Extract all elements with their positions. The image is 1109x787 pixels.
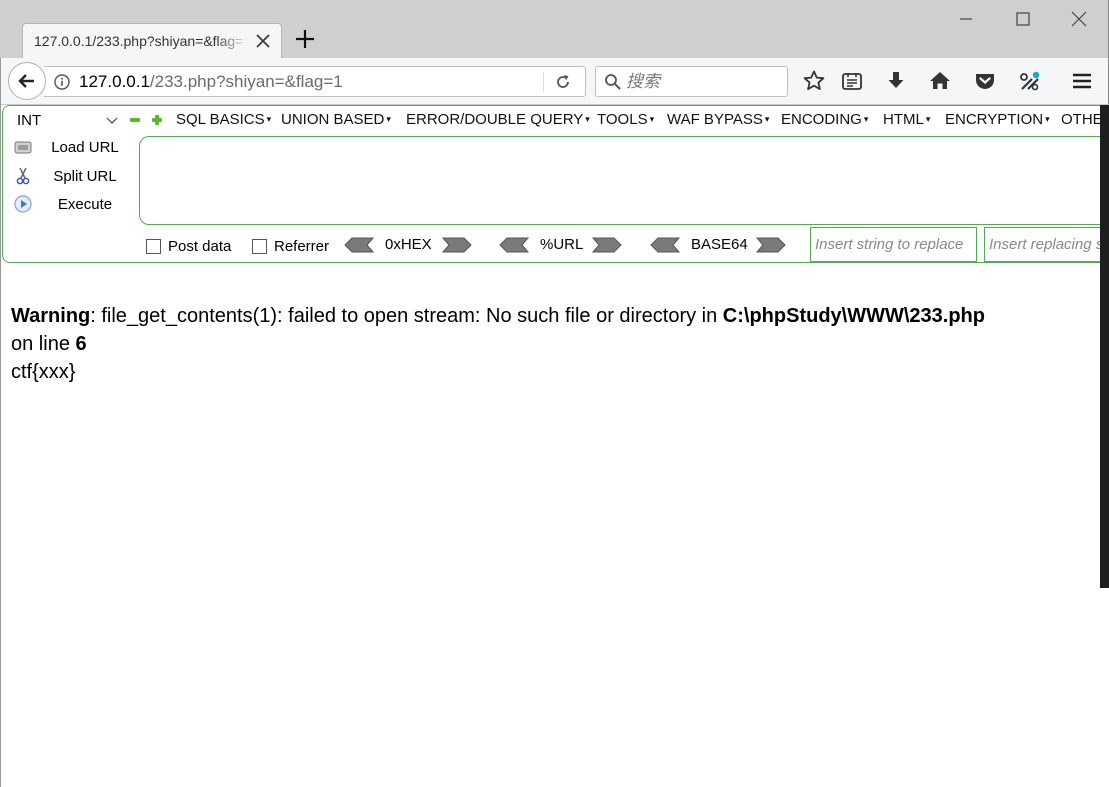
- referrer-checkbox[interactable]: Referrer: [252, 237, 342, 257]
- injection-type-value: INT: [17, 112, 42, 129]
- window-close-icon[interactable]: [1068, 8, 1090, 30]
- increase-icon[interactable]: [152, 115, 162, 125]
- replace-string-input[interactable]: Insert string to replace: [810, 227, 977, 262]
- page-output: ctf{xxx}: [11, 361, 76, 383]
- referrer-label: Referrer: [274, 238, 330, 255]
- scrollbar-edge: [1100, 105, 1109, 588]
- url-host: 127.0.0.1: [79, 72, 150, 91]
- window-frame-left: [0, 58, 1, 787]
- load-url-button[interactable]: Load URL: [11, 136, 131, 160]
- url-decode-arrow-icon[interactable]: [499, 237, 529, 253]
- line-number: 6: [75, 333, 87, 355]
- back-arrow-icon: [18, 74, 34, 88]
- menu-encoding[interactable]: ENCODING: [781, 111, 868, 128]
- warning-label: Warning: [11, 305, 91, 327]
- hex-label: 0xHEX: [385, 236, 432, 253]
- decrease-icon[interactable]: [130, 115, 140, 125]
- tab-strip: 127.0.0.1/233.php?shiyan=&flag=1: [0, 0, 1109, 59]
- url-encode-arrow-icon[interactable]: [592, 237, 622, 253]
- info-icon[interactable]: [54, 74, 70, 90]
- back-button[interactable]: [8, 62, 46, 100]
- hex-encode-arrow-icon[interactable]: [442, 237, 472, 253]
- browser-tab[interactable]: 127.0.0.1/233.php?shiyan=&flag=1: [22, 23, 282, 59]
- menu-error-double-query[interactable]: ERROR/DOUBLE QUERY: [406, 111, 590, 128]
- search-bar[interactable]: [595, 66, 788, 97]
- search-icon: [605, 74, 621, 90]
- menu-tools[interactable]: TOOLS: [597, 111, 654, 128]
- new-tab-icon[interactable]: [292, 26, 318, 52]
- menu-waf-bypass[interactable]: WAF BYPASS: [667, 111, 769, 128]
- search-input[interactable]: [626, 71, 776, 93]
- split-url-label: Split URL: [53, 168, 117, 185]
- menu-union-based[interactable]: UNION BASED: [281, 111, 391, 128]
- address-text[interactable]: 127.0.0.1/233.php?shiyan=&flag=1: [79, 72, 343, 92]
- address-bar[interactable]: 127.0.0.1/233.php?shiyan=&flag=1: [44, 66, 586, 97]
- pocket-icon[interactable]: [973, 69, 997, 93]
- split-url-button[interactable]: Split URL: [11, 165, 131, 189]
- injection-type-select[interactable]: INT: [14, 110, 120, 132]
- url-textarea[interactable]: [139, 136, 1109, 225]
- home-icon[interactable]: [928, 69, 952, 93]
- menu-html[interactable]: HTML: [883, 111, 930, 128]
- base64-encode-arrow-icon[interactable]: [756, 237, 786, 253]
- line-prefix: on line: [11, 333, 76, 355]
- post-data-checkbox[interactable]: Post data: [146, 237, 246, 257]
- post-data-box[interactable]: [146, 239, 161, 254]
- url-path: /233.php?shiyan=&flag=1: [149, 72, 343, 91]
- hex-decode-arrow-icon[interactable]: [344, 237, 374, 253]
- address-divider: [543, 72, 544, 92]
- url-encode-label: %URL: [540, 236, 584, 253]
- menu-sql-basics[interactable]: SQL BASICS: [176, 111, 271, 128]
- bookmark-star-icon[interactable]: [802, 69, 826, 93]
- warning-message: : file_get_contents(1): failed to open s…: [90, 305, 723, 327]
- page-content: Warning: file_get_contents(1): failed to…: [11, 302, 1101, 386]
- base64-label: BASE64: [691, 236, 748, 253]
- navigation-bar: 127.0.0.1/233.php?shiyan=&flag=1: [0, 58, 1109, 105]
- reload-icon[interactable]: [554, 73, 572, 91]
- referrer-box[interactable]: [252, 239, 267, 254]
- reading-list-icon[interactable]: [840, 69, 864, 93]
- base64-decode-arrow-icon[interactable]: [650, 237, 680, 253]
- load-url-label: Load URL: [51, 139, 119, 156]
- menu-encryption[interactable]: ENCRYPTION: [945, 111, 1050, 128]
- tab-title: 127.0.0.1/233.php?shiyan=&flag=1: [34, 33, 248, 49]
- post-data-label: Post data: [168, 238, 232, 255]
- hackbar-panel: INT SQL BASICS UNION BASED ERROR/DOUBLE …: [2, 105, 1109, 263]
- warning-file-path: C:\phpStudy\WWW\233.php: [722, 305, 985, 327]
- maximize-icon[interactable]: [1012, 8, 1034, 30]
- tab-close-icon[interactable]: [253, 31, 273, 51]
- extension-tools-icon[interactable]: [1018, 69, 1042, 93]
- execute-label: Execute: [57, 196, 113, 213]
- replacing-string-input[interactable]: Insert replacing string: [984, 227, 1109, 262]
- menu-hamburger-icon[interactable]: [1070, 69, 1094, 93]
- minimize-icon[interactable]: [955, 8, 977, 30]
- chevron-down-icon: [106, 117, 118, 124]
- execute-button[interactable]: Execute: [11, 193, 131, 217]
- download-icon[interactable]: [884, 69, 908, 93]
